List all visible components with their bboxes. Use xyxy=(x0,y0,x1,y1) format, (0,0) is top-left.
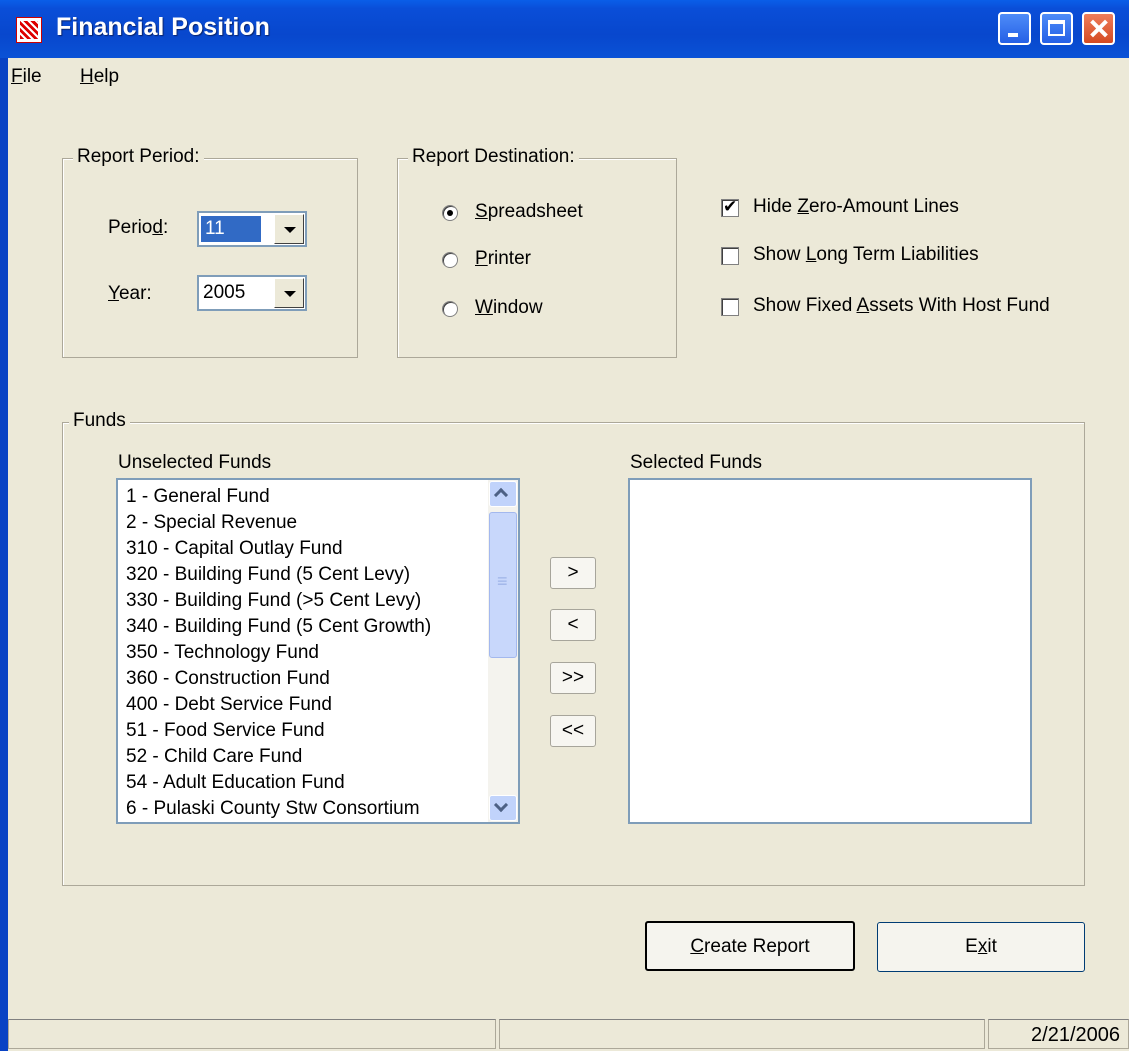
period-label: Period: xyxy=(108,217,169,238)
minimize-button[interactable] xyxy=(998,12,1031,45)
close-button[interactable] xyxy=(1082,12,1115,45)
show-fixed-assets-label[interactable]: Show Fixed Assets With Host Fund xyxy=(753,295,1050,317)
unselected-funds-label: Unselected Funds xyxy=(118,452,272,473)
vertical-scrollbar[interactable] xyxy=(488,480,518,822)
maximize-button[interactable] xyxy=(1040,12,1073,45)
status-date: 2/21/2006 xyxy=(1031,1024,1120,1046)
list-item[interactable]: 2 - Special Revenue xyxy=(126,510,297,536)
period-select[interactable]: 11 xyxy=(197,211,307,247)
exit-button[interactable]: Exit xyxy=(877,922,1085,972)
printer-label[interactable]: Printer xyxy=(475,248,531,270)
selected-funds-list[interactable] xyxy=(628,478,1032,824)
remove-fund-button[interactable]: < xyxy=(550,609,596,641)
year-select[interactable]: 2005 xyxy=(197,275,307,311)
list-item[interactable]: 400 - Debt Service Fund xyxy=(126,692,332,718)
report-destination-group: Report Destination: Spreadsheet Printer … xyxy=(397,146,677,358)
list-item[interactable]: 330 - Building Fund (>5 Cent Levy) xyxy=(126,588,421,614)
printer-radio[interactable] xyxy=(442,252,458,268)
hide-zero-amount-lines-label[interactable]: Hide Zero-Amount Lines xyxy=(753,196,959,218)
report-destination-legend: Report Destination: xyxy=(408,146,579,168)
period-value: 11 xyxy=(201,216,261,242)
funds-legend: Funds xyxy=(69,410,130,432)
menu-file[interactable]: File xyxy=(11,66,42,88)
app-icon[interactable] xyxy=(16,17,42,43)
hide-zero-amount-lines-checkbox[interactable] xyxy=(721,197,739,217)
create-report-button[interactable]: Create Report xyxy=(645,921,855,971)
show-long-term-liabilities-label[interactable]: Show Long Term Liabilities xyxy=(753,244,979,266)
add-fund-button[interactable]: > xyxy=(550,557,596,589)
status-panel-1 xyxy=(8,1019,496,1049)
list-item[interactable]: 1 - General Fund xyxy=(126,484,270,510)
spreadsheet-label[interactable]: Spreadsheet xyxy=(475,201,583,223)
unselected-funds-list[interactable]: 1 - General Fund 2 - Special Revenue 310… xyxy=(116,478,520,824)
list-item[interactable]: 51 - Food Service Fund xyxy=(126,718,325,744)
window-label[interactable]: Window xyxy=(475,297,543,319)
year-label: Year: xyxy=(108,283,152,304)
show-fixed-assets-checkbox[interactable] xyxy=(721,298,739,316)
list-item[interactable]: 310 - Capital Outlay Fund xyxy=(126,536,343,562)
financial-position-window: Financial Position File Help Report Peri… xyxy=(0,0,1129,1051)
menu-help-label: elp xyxy=(93,66,120,87)
list-item[interactable]: 340 - Building Fund (5 Cent Growth) xyxy=(126,614,431,640)
show-long-term-liabilities-checkbox[interactable] xyxy=(721,247,739,265)
report-period-legend: Report Period: xyxy=(73,146,204,168)
remove-all-funds-button[interactable]: << xyxy=(550,715,596,747)
window-title: Financial Position xyxy=(56,13,270,41)
scroll-down-icon[interactable] xyxy=(489,795,517,821)
menu-help[interactable]: Help xyxy=(80,66,119,88)
status-panel-date: 2/21/2006 xyxy=(988,1019,1129,1049)
status-bar: 2/21/2006 xyxy=(8,1015,1129,1051)
list-item[interactable]: 52 - Child Care Fund xyxy=(126,744,302,770)
year-dropdown-arrow-icon[interactable] xyxy=(274,278,304,308)
year-value: 2005 xyxy=(203,282,246,303)
selected-funds-label: Selected Funds xyxy=(630,452,763,473)
list-item[interactable]: 360 - Construction Fund xyxy=(126,666,330,692)
list-item[interactable]: 350 - Technology Fund xyxy=(126,640,319,666)
menu-help-mnemonic: H xyxy=(80,66,94,87)
menu-file-label: ile xyxy=(22,66,42,87)
status-panel-2 xyxy=(499,1019,985,1049)
list-item[interactable]: 6 - Pulaski County Stw Consortium xyxy=(126,796,420,822)
report-period-group: Report Period: Period: 11 Year: 2005 xyxy=(62,146,358,358)
list-item[interactable]: 320 - Building Fund (5 Cent Levy) xyxy=(126,562,410,588)
period-dropdown-arrow-icon[interactable] xyxy=(274,214,304,244)
window-radio[interactable] xyxy=(442,301,458,317)
title-bar[interactable]: Financial Position xyxy=(0,0,1129,58)
scroll-thumb[interactable] xyxy=(489,512,517,658)
menu-file-mnemonic: F xyxy=(11,66,23,87)
list-item[interactable]: 54 - Adult Education Fund xyxy=(126,770,345,796)
spreadsheet-radio[interactable] xyxy=(442,205,458,221)
add-all-funds-button[interactable]: >> xyxy=(550,662,596,694)
scroll-up-icon[interactable] xyxy=(489,481,517,507)
